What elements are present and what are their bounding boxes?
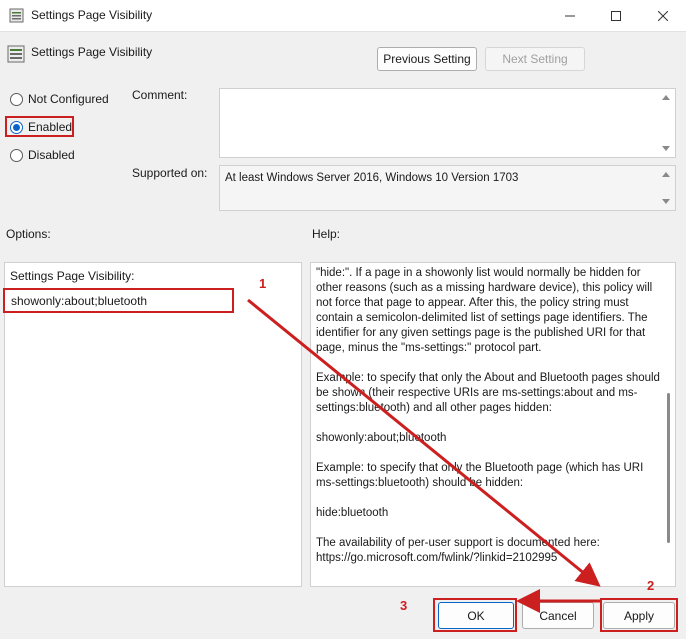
scroll-down-icon[interactable] (662, 199, 670, 204)
visibility-field-label: Settings Page Visibility: (10, 269, 135, 283)
help-scrollbar-thumb[interactable] (667, 393, 670, 543)
scroll-up-icon[interactable] (662, 95, 670, 100)
apply-highlight-box (600, 598, 678, 632)
cancel-button[interactable]: Cancel (522, 602, 594, 629)
radio-circle[interactable] (10, 92, 23, 106)
help-panel: "hide:". If a page in a showonly list wo… (310, 262, 676, 587)
step-number-2: 2 (647, 578, 655, 593)
window-title: Settings Page Visibility (31, 8, 153, 22)
minimize-icon[interactable] (547, 0, 593, 31)
help-label: Help: (312, 227, 341, 241)
radio-label: Disabled (28, 148, 75, 162)
scroll-up-icon[interactable] (662, 172, 670, 177)
help-paragraph: hide:bluetooth (316, 507, 389, 519)
comment-scrollbar[interactable] (658, 89, 675, 157)
supported-on-field: At least Windows Server 2016, Windows 10… (219, 165, 676, 211)
comment-textarea[interactable] (219, 88, 676, 158)
step-number-1: 1 (259, 276, 267, 291)
scroll-down-icon[interactable] (662, 146, 670, 151)
policy-app-icon (9, 8, 24, 23)
comment-label: Comment: (132, 88, 188, 102)
policy-icon (7, 45, 25, 63)
step-number-3: 3 (400, 598, 408, 613)
policy-title: Settings Page Visibility (31, 45, 153, 59)
help-paragraph: Example: to specify that only the About … (316, 372, 660, 414)
close-icon[interactable] (640, 0, 686, 31)
radio-not-configured[interactable]: Not Configured (10, 92, 109, 106)
help-paragraph: Example: to specify that only the Blueto… (316, 462, 644, 489)
help-text: "hide:". If a page in a showonly list wo… (316, 266, 662, 581)
options-label: Options: (6, 227, 51, 241)
supported-on-value: At least Windows Server 2016, Windows 10… (225, 172, 519, 184)
input-highlight-box (3, 288, 234, 313)
supported-scrollbar[interactable] (658, 166, 675, 210)
supported-on-label: Supported on: (132, 166, 208, 180)
ok-highlight-box (433, 598, 517, 632)
help-paragraph: showonly:about;bluetooth (316, 432, 447, 444)
enabled-highlight-box (5, 116, 74, 137)
help-paragraph: The availability of per-user support is … (316, 537, 600, 564)
radio-circle[interactable] (10, 148, 23, 162)
previous-setting-button[interactable]: Previous Setting (377, 47, 477, 71)
title-bar: Settings Page Visibility (0, 0, 686, 32)
radio-label: Not Configured (28, 92, 109, 106)
help-paragraph: "hide:". If a page in a showonly list wo… (316, 267, 653, 354)
next-setting-button[interactable]: Next Setting (485, 47, 585, 71)
radio-disabled[interactable]: Disabled (10, 148, 75, 162)
maximize-icon[interactable] (593, 0, 639, 31)
